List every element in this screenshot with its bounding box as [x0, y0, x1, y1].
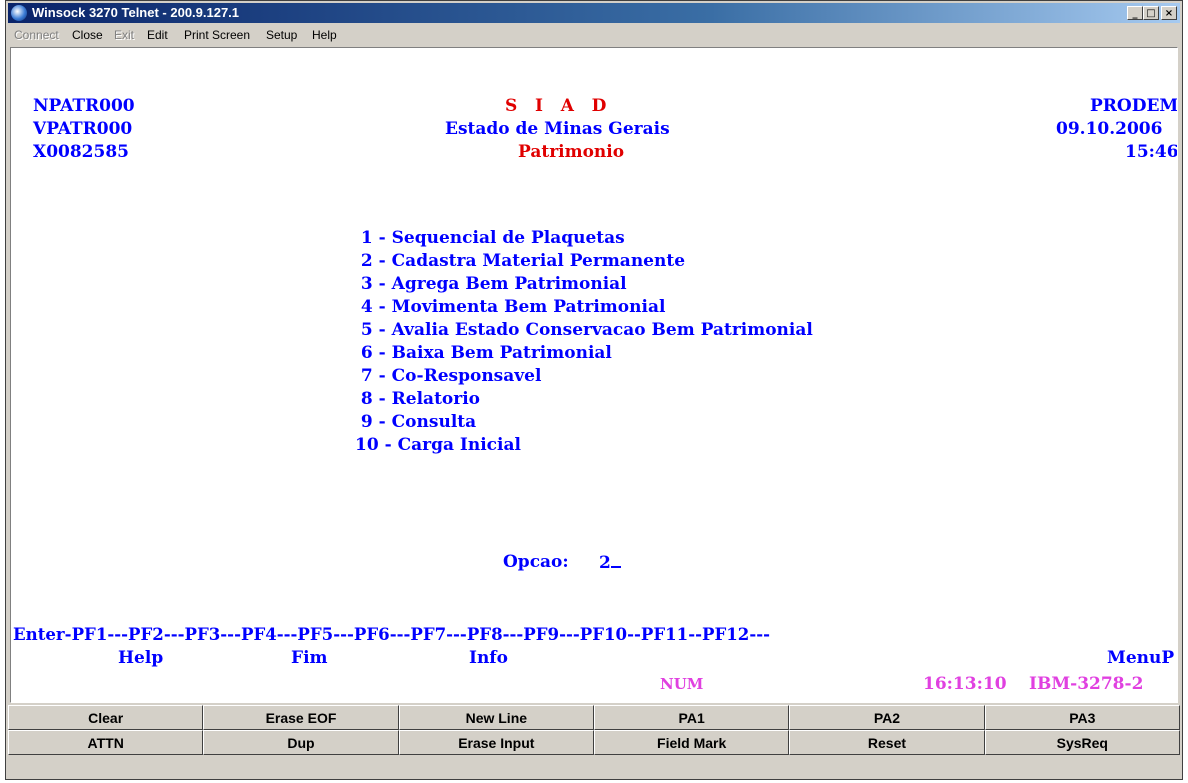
- field-mark-button[interactable]: Field Mark: [593, 730, 790, 755]
- program-id-2: VPATR000: [33, 119, 133, 139]
- maximize-button[interactable]: □: [1143, 6, 1159, 20]
- clear-button[interactable]: Clear: [8, 705, 204, 730]
- menu-setup[interactable]: Setup: [266, 28, 297, 42]
- telnet-window: Winsock 3270 Telnet - 200.9.127.1 _ □ × …: [5, 0, 1183, 780]
- option-label: Agrega Bem Patrimonial: [391, 274, 627, 294]
- menu-print-screen[interactable]: Print Screen: [184, 28, 250, 42]
- text-cursor: [610, 552, 621, 568]
- menu-help[interactable]: Help: [312, 28, 337, 42]
- pa2-button[interactable]: PA2: [789, 705, 985, 730]
- menu-option: 6 - Baixa Bem Patrimonial: [355, 343, 612, 363]
- option-input[interactable]: 2: [599, 552, 621, 573]
- menu-edit[interactable]: Edit: [147, 28, 168, 42]
- system-name: S I A D: [505, 96, 607, 116]
- new-line-button[interactable]: New Line: [398, 705, 594, 730]
- option-number: 4: [355, 297, 373, 317]
- terminal-type: IBM-3278-2: [1029, 674, 1144, 694]
- user-id: X0082585: [33, 142, 129, 162]
- option-number: 2: [355, 251, 373, 271]
- pf5-info-label: Info: [469, 648, 508, 668]
- current-date: 09.10.2006: [1056, 119, 1163, 139]
- sysreq-button[interactable]: SysReq: [984, 730, 1180, 755]
- menu-exit[interactable]: Exit: [114, 28, 134, 42]
- menu-connect[interactable]: Connect: [14, 28, 59, 42]
- option-number: 3: [355, 274, 373, 294]
- option-label: Consulta: [391, 412, 477, 432]
- reset-button[interactable]: Reset: [789, 730, 985, 755]
- option-label: Co-Responsavel: [391, 366, 542, 386]
- pf-key-line: Enter-PF1---PF2---PF3---PF4---PF5---PF6-…: [13, 624, 771, 644]
- menu-option: 9 - Consulta: [355, 412, 477, 432]
- menu-option: 3 - Agrega Bem Patrimonial: [355, 274, 627, 294]
- menu-option: 4 - Movimenta Bem Patrimonial: [355, 297, 666, 317]
- option-label: Relatorio: [391, 389, 481, 409]
- current-time: 15:46: [1125, 142, 1178, 162]
- option-number: 10: [355, 435, 379, 455]
- option-number: 1: [355, 228, 373, 248]
- option-value[interactable]: 2: [599, 553, 611, 573]
- erase-input-button[interactable]: Erase Input: [398, 730, 594, 755]
- menu-bar: Connect Close Exit Edit Print Screen Set…: [8, 25, 1180, 45]
- pf12-menup-label: MenuP: [1107, 648, 1175, 668]
- function-keypad: Clear Erase EOF New Line PA1 PA2 PA3 ATT…: [8, 705, 1180, 779]
- company-name: PRODEMGE: [1090, 96, 1178, 116]
- menu-close[interactable]: Close: [72, 28, 103, 42]
- window-title: Winsock 3270 Telnet - 200.9.127.1: [32, 5, 240, 20]
- program-id-1: NPATR000: [33, 96, 135, 116]
- option-number: 6: [355, 343, 373, 363]
- keypad-row-2: ATTN Dup Erase Input Field Mark Reset Sy…: [8, 730, 1180, 755]
- option-number: 5: [355, 320, 373, 340]
- pf3-fim-label: Fim: [291, 648, 328, 668]
- pa1-button[interactable]: PA1: [593, 705, 790, 730]
- option-prompt: Opcao:: [503, 552, 569, 572]
- menu-option: 7 - Co-Responsavel: [355, 366, 542, 386]
- pa3-button[interactable]: PA3: [984, 705, 1180, 730]
- title-bar[interactable]: Winsock 3270 Telnet - 200.9.127.1 _ □ ×: [8, 3, 1180, 23]
- app-globe-icon[interactable]: [11, 5, 27, 21]
- menu-option: 1 - Sequencial de Plaquetas: [355, 228, 625, 248]
- keypad-row-1: Clear Erase EOF New Line PA1 PA2 PA3: [8, 705, 1180, 730]
- num-lock-indicator: NUM: [660, 675, 704, 693]
- menu-option: 5 - Avalia Estado Conservacao Bem Patrim…: [355, 320, 813, 340]
- pf1-help-label: Help: [118, 648, 164, 668]
- menu-option: 10 - Carga Inicial: [355, 435, 521, 455]
- option-label: Baixa Bem Patrimonial: [391, 343, 612, 363]
- close-window-button[interactable]: ×: [1161, 6, 1177, 20]
- option-number: 7: [355, 366, 373, 386]
- option-number: 8: [355, 389, 373, 409]
- option-label: Avalia Estado Conservacao Bem Patrimonia…: [391, 320, 813, 340]
- minimize-button[interactable]: _: [1127, 6, 1143, 20]
- option-label: Sequencial de Plaquetas: [391, 228, 625, 248]
- erase-eof-button[interactable]: Erase EOF: [203, 705, 399, 730]
- option-label: Movimenta Bem Patrimonial: [391, 297, 666, 317]
- option-number: 9: [355, 412, 373, 432]
- terminal-screen[interactable]: NPATR000 VPATR000 X0082585 S I A D Estad…: [10, 47, 1178, 703]
- dup-button[interactable]: Dup: [203, 730, 399, 755]
- status-time: 16:13:10: [923, 674, 1007, 694]
- state-name: Estado de Minas Gerais: [445, 119, 670, 139]
- option-label: Cadastra Material Permanente: [391, 251, 686, 271]
- menu-option: 8 - Relatorio: [355, 389, 481, 409]
- module-name: Patrimonio: [518, 142, 625, 162]
- option-label: Carga Inicial: [397, 435, 521, 455]
- attn-button[interactable]: ATTN: [8, 730, 204, 755]
- menu-option: 2 - Cadastra Material Permanente: [355, 251, 686, 271]
